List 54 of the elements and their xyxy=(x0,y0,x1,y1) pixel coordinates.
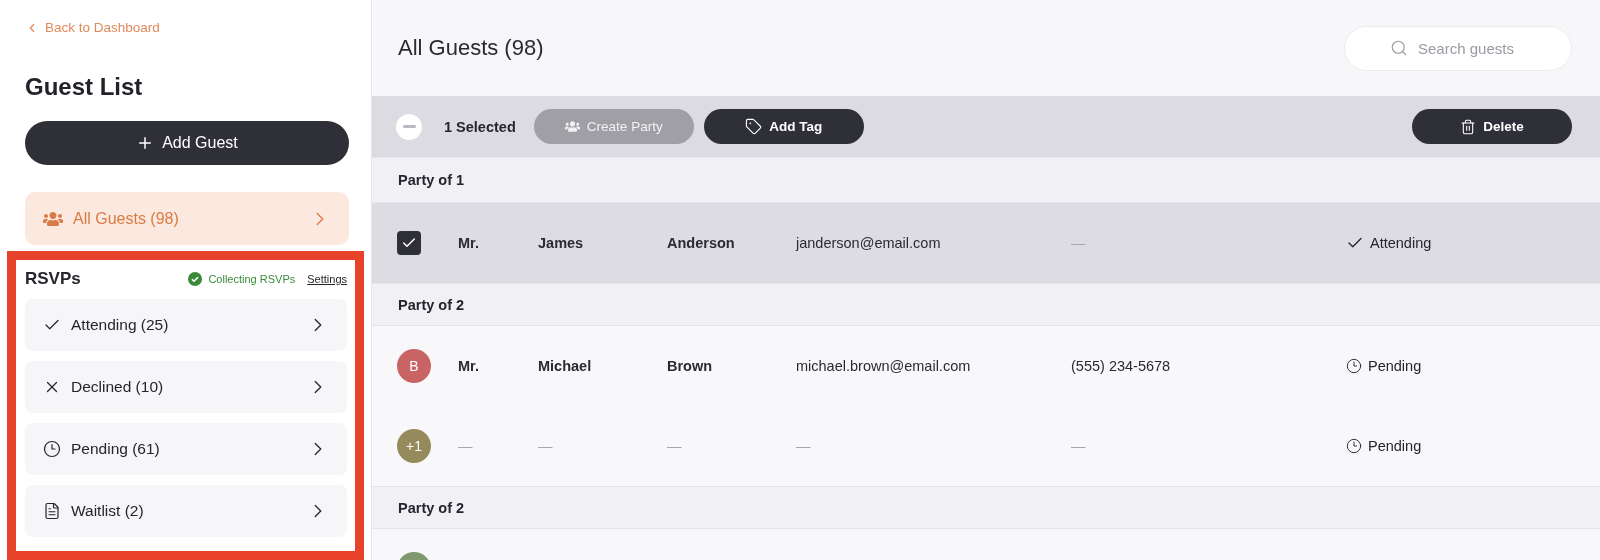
table-cell-text: — xyxy=(1071,438,1087,454)
clock-icon xyxy=(1346,358,1362,374)
tag-icon xyxy=(745,118,763,135)
table-cell-text: Mr. xyxy=(458,235,480,251)
search-icon xyxy=(1390,38,1408,57)
table-cell-text: — xyxy=(667,438,683,454)
avatar-initial: +1 xyxy=(406,438,422,454)
guest-row[interactable]: Mr. James Anderson janderson@email.com — Attending xyxy=(372,203,1600,283)
rsvp-label: Pending (61) xyxy=(71,440,161,458)
table-cell-text: — xyxy=(796,438,812,454)
section-title: RSVPs xyxy=(25,269,82,289)
rsvp-item[interactable]: Pending (61) xyxy=(25,423,347,475)
settings-link[interactable]: Settings xyxy=(307,273,347,285)
nav-label: All Guests (98) xyxy=(73,209,180,228)
clock-icon xyxy=(1346,438,1362,454)
table-cell-text: michael.brown@email.com xyxy=(796,358,972,374)
selection-count: 1 Selected xyxy=(444,118,516,135)
table-cell-text: — xyxy=(1071,235,1087,251)
page-title: Guest List xyxy=(25,73,144,101)
table-cell-text: Brown xyxy=(667,358,714,374)
avatar-initial: B xyxy=(409,358,419,374)
trash-icon xyxy=(1460,118,1477,135)
rsvp-label: Waitlist (2) xyxy=(71,502,145,520)
table-cell-text: Mr. xyxy=(458,358,480,374)
status-label: Pending xyxy=(1368,358,1422,374)
rsvp-item[interactable]: Waitlist (2) xyxy=(25,485,347,537)
add-tag-button[interactable]: Add Tag xyxy=(703,109,864,144)
page-title: All Guests (98) xyxy=(398,35,544,61)
deselect-button[interactable] xyxy=(396,113,422,140)
rsvp-label: Attending (25) xyxy=(71,316,170,334)
table-cell-text: — xyxy=(458,438,474,454)
party-heading: Party of 1 xyxy=(372,157,1600,203)
people-icon xyxy=(564,119,580,134)
table-cell-text: janderson@email.com xyxy=(796,235,942,251)
check-circle-icon xyxy=(188,272,203,286)
search-field[interactable]: Search guests xyxy=(1344,25,1572,71)
table-cell-text: Anderson xyxy=(667,235,736,251)
table-cell-text: Michael xyxy=(538,358,593,374)
add-guest-button[interactable]: Add Guest xyxy=(25,121,349,165)
party-heading: Party of 2 xyxy=(372,283,1600,326)
rsvp-item[interactable]: Attending (25) xyxy=(25,299,347,351)
rsvp-label: Declined (10) xyxy=(71,378,165,396)
table-cell-text: James xyxy=(538,235,585,251)
delete-button[interactable]: Delete xyxy=(1412,109,1572,144)
checkbox[interactable] xyxy=(397,231,421,255)
table-cell-text: — xyxy=(538,438,554,454)
clock-icon xyxy=(43,440,61,458)
document-icon xyxy=(43,502,61,520)
party-heading: Party of 2 xyxy=(372,486,1600,529)
status-label: Attending xyxy=(1370,235,1432,251)
rsvp-item[interactable]: Declined (10) xyxy=(25,361,347,413)
status-label: Pending xyxy=(1368,438,1422,454)
table-cell-text: (555) 234-5678 xyxy=(1071,358,1172,374)
status-text: Collecting RSVPs xyxy=(208,273,296,285)
